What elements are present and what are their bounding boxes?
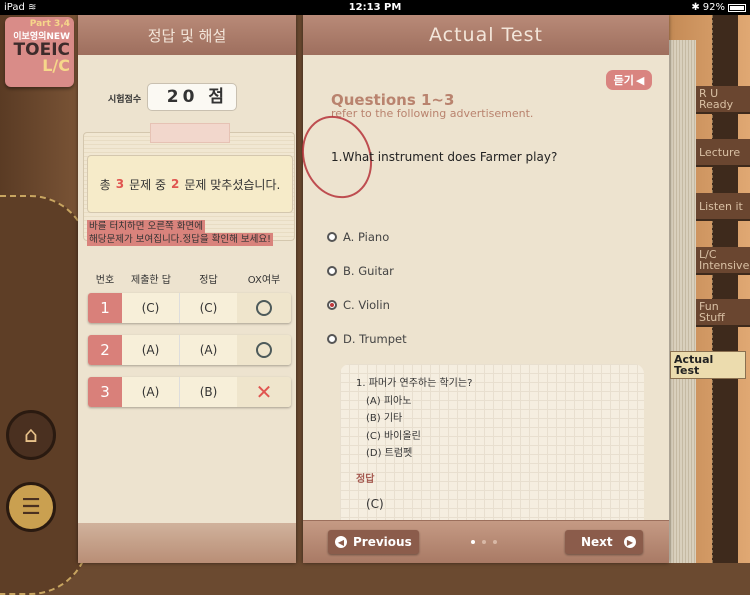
option-c[interactable]: C. Violin bbox=[327, 298, 390, 312]
app-logo[interactable]: Part 3,4 이보영의NEW TOEIC L/C bbox=[5, 17, 74, 87]
tab-actual-test[interactable]: Actual Test bbox=[670, 351, 746, 379]
leather-cover bbox=[0, 15, 90, 595]
question-text: 1.What instrument does Farmer play? bbox=[331, 150, 558, 164]
correct-count: 2 bbox=[171, 177, 180, 191]
radio-icon bbox=[327, 334, 337, 344]
explanation-box: 1. 파머가 연주하는 학기는? (A) 피아노 (B) 기타 (C) 바이올린… bbox=[340, 364, 644, 535]
option-label: A. Piano bbox=[343, 230, 390, 244]
option-label: C. Violin bbox=[343, 298, 390, 312]
logo-part: Part 3,4 bbox=[29, 19, 70, 29]
list-icon: ☰ bbox=[21, 494, 41, 520]
answer-panel-title: 정답 및 해설 bbox=[78, 15, 296, 55]
answer-panel: 정답 및 해설 시험점수 20 점 총 3 문제 중 2 문제 맞추셨습니다. … bbox=[78, 15, 296, 563]
home-icon: ⌂ bbox=[24, 422, 38, 448]
test-panel-footer: ◀ Previous Next ▶ bbox=[303, 520, 669, 563]
questions-subtitle: refer to the following advertisement. bbox=[331, 107, 534, 120]
tab-fun-stuff[interactable]: Fun Stuff bbox=[696, 299, 750, 327]
option-b[interactable]: B. Guitar bbox=[327, 264, 394, 278]
next-button[interactable]: Next ▶ bbox=[565, 530, 643, 554]
test-panel: Actual Test 듣기 ◀ Questions 1~3 refer to t… bbox=[290, 15, 669, 563]
page-indicator bbox=[471, 540, 497, 544]
summary-text: 총 bbox=[99, 177, 111, 192]
radio-icon bbox=[327, 232, 337, 242]
tab-lecture[interactable]: Lecture bbox=[696, 139, 750, 167]
option-d[interactable]: D. Trumpet bbox=[327, 332, 407, 346]
answer-value: (C) bbox=[366, 497, 384, 511]
table-row[interactable]: 1 (C) (C) bbox=[88, 293, 291, 323]
correct-answer: (B) bbox=[180, 377, 237, 407]
tab-listen-it[interactable]: Listen it bbox=[696, 193, 750, 221]
score-label: 시험점수 bbox=[108, 95, 142, 105]
result-summary: 총 3 문제 중 2 문제 맞추셨습니다. bbox=[87, 155, 293, 213]
score-value: 20 점 bbox=[147, 83, 237, 111]
radio-icon bbox=[327, 266, 337, 276]
arrow-left-icon: ◀ bbox=[335, 536, 347, 548]
tab-label: Lecture bbox=[699, 146, 741, 159]
listen-button[interactable]: 듣기 ◀ bbox=[606, 70, 652, 90]
home-button[interactable]: ⌂ bbox=[6, 410, 56, 460]
answer-panel-footer bbox=[78, 523, 296, 563]
battery-icon bbox=[728, 3, 746, 12]
tab-label: Test bbox=[674, 364, 700, 377]
explanation-question: 1. 파머가 연주하는 학기는? bbox=[356, 378, 473, 389]
col-number: 번호 bbox=[95, 275, 115, 286]
col-submitted: 제출한 답 bbox=[131, 275, 171, 286]
tape-decoration bbox=[150, 123, 230, 143]
previous-label: Previous bbox=[353, 535, 412, 549]
submitted-answer: (A) bbox=[122, 335, 180, 365]
row-number: 1 bbox=[88, 293, 122, 323]
tab-label: Ready bbox=[699, 98, 734, 111]
submitted-answer: (C) bbox=[122, 293, 180, 323]
correct-o-icon bbox=[256, 300, 272, 316]
submitted-answer: (A) bbox=[122, 377, 180, 407]
explanation-item: (A) 피아노 bbox=[366, 395, 412, 407]
correct-answer: (C) bbox=[180, 293, 237, 323]
previous-button[interactable]: ◀ Previous bbox=[328, 530, 419, 554]
table-header: 번호 제출한 답 정답 OX여부 bbox=[88, 271, 293, 286]
col-result: OX여부 bbox=[247, 275, 281, 286]
wrong-x-icon: ✕ bbox=[255, 380, 273, 404]
col-answer: 정답 bbox=[199, 275, 218, 286]
option-a[interactable]: A. Piano bbox=[327, 230, 389, 244]
table-row[interactable]: 2 (A) (A) bbox=[88, 335, 291, 365]
tab-label: Listen it bbox=[699, 200, 743, 213]
logo-sub: L/C bbox=[42, 56, 70, 75]
radio-selected-icon bbox=[327, 300, 337, 310]
explanation-item: (D) 트럼펫 bbox=[366, 448, 413, 459]
table-row[interactable]: 3 (A) (B) ✕ bbox=[88, 377, 291, 407]
menu-button[interactable]: ☰ bbox=[6, 482, 56, 532]
total-count: 3 bbox=[115, 177, 125, 191]
row-number: 3 bbox=[88, 377, 122, 407]
summary-text: 문제 중 bbox=[129, 177, 167, 192]
speaker-icon: ◀ bbox=[635, 73, 645, 87]
hint-text: 바를 터치하면 오른쪽 화면에 해당문제가 보여집니다.정답을 확인해 보세요! bbox=[87, 220, 273, 246]
next-label: Next bbox=[581, 535, 613, 549]
correct-answer: (A) bbox=[180, 335, 237, 365]
status-bar: iPad ≋ 12:13 PM ✱ 92% bbox=[0, 0, 750, 15]
option-label: D. Trumpet bbox=[343, 332, 407, 346]
hint-line: 해당문제가 보여집니다.정답을 확인해 보세요! bbox=[87, 233, 273, 246]
listen-label: 듣기 bbox=[613, 74, 634, 87]
correct-o-icon bbox=[256, 342, 272, 358]
explanation-item: (C) 바이올린 bbox=[366, 430, 421, 442]
option-label: B. Guitar bbox=[343, 264, 394, 278]
hint-line: 바를 터치하면 오른쪽 화면에 bbox=[87, 220, 205, 233]
tab-ru-ready[interactable]: R U Ready bbox=[696, 86, 750, 114]
tab-lc-intensive[interactable]: L/C Intensive bbox=[696, 247, 750, 275]
tab-label: Stuff bbox=[699, 311, 725, 324]
clock: 12:13 PM bbox=[348, 2, 402, 13]
row-number: 2 bbox=[88, 335, 122, 365]
arrow-right-icon: ▶ bbox=[624, 536, 636, 548]
explanation-item: (B) 기타 bbox=[366, 413, 403, 424]
answer-label: 정답 bbox=[356, 473, 375, 485]
tab-label: Intensive bbox=[699, 259, 750, 272]
summary-text: 문제 맞추셨습니다. bbox=[184, 177, 281, 192]
test-panel-title: Actual Test bbox=[303, 15, 669, 55]
book-pages bbox=[668, 40, 696, 563]
